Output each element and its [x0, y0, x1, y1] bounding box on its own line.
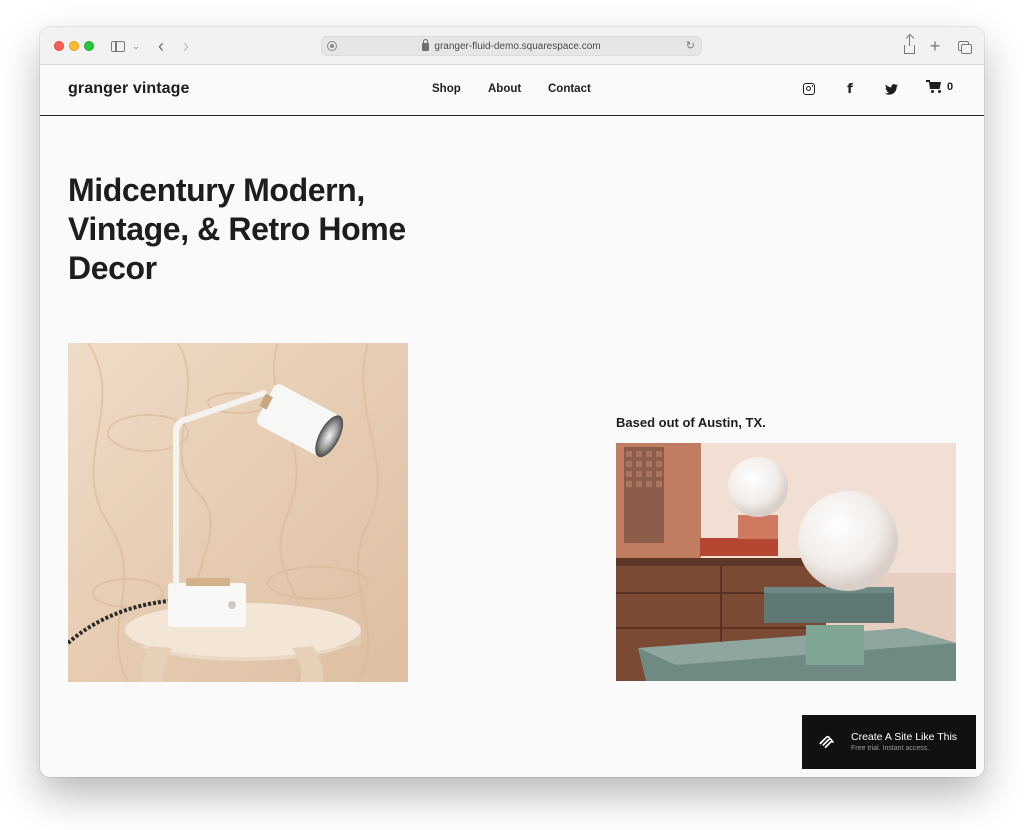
minimize-window-button[interactable]	[69, 41, 79, 51]
squarespace-logo-icon	[819, 735, 834, 749]
reload-icon[interactable]: ↻	[686, 39, 695, 52]
instagram-icon[interactable]	[802, 82, 816, 96]
sidebar-toggle-icon[interactable]	[110, 37, 126, 55]
chevron-down-icon[interactable]: ⌄	[131, 37, 141, 55]
twitter-icon[interactable]	[884, 82, 898, 96]
cart-count: 0	[947, 81, 954, 93]
cart-icon	[926, 80, 942, 94]
site-header: granger vintage Shop About Contact f 0	[40, 65, 984, 116]
badge-title: Create A Site Like This	[851, 731, 958, 743]
new-tab-icon[interactable]: +	[928, 36, 942, 56]
nav-link-about[interactable]: About	[488, 83, 521, 95]
browser-window: ⌄ ‹ › granger-fluid-demo.squarespace.com…	[40, 27, 984, 777]
badge-subtitle: Free trial. Instant access.	[851, 745, 930, 752]
create-site-badge[interactable]: Create A Site Like This Free trial. Inst…	[802, 715, 976, 769]
nav-link-shop[interactable]: Shop	[432, 83, 461, 95]
globe-lamp-photo[interactable]	[616, 443, 956, 681]
lock-icon	[422, 39, 430, 51]
share-icon[interactable]	[902, 34, 916, 55]
close-window-button[interactable]	[54, 41, 64, 51]
back-arrow-icon[interactable]: ‹	[154, 36, 168, 56]
address-url[interactable]: granger-fluid-demo.squarespace.com	[434, 41, 600, 52]
browser-toolbar: ⌄ ‹ › granger-fluid-demo.squarespace.com…	[40, 27, 984, 65]
tab-overview-icon[interactable]	[955, 37, 972, 55]
location-caption: Based out of Austin, TX.	[616, 415, 766, 430]
address-bar[interactable]: granger-fluid-demo.squarespace.com ↻	[321, 36, 702, 56]
zoom-window-button[interactable]	[84, 41, 94, 51]
desk-lamp-photo[interactable]	[68, 343, 408, 682]
nav-link-contact[interactable]: Contact	[548, 83, 591, 95]
forward-arrow-icon[interactable]: ›	[179, 36, 193, 56]
hero-heading: Midcentury Modern, Vintage, & Retro Home…	[68, 172, 406, 286]
site-title[interactable]: granger vintage	[68, 80, 190, 98]
facebook-icon[interactable]: f	[843, 82, 857, 97]
cart-button[interactable]: 0	[926, 80, 953, 94]
